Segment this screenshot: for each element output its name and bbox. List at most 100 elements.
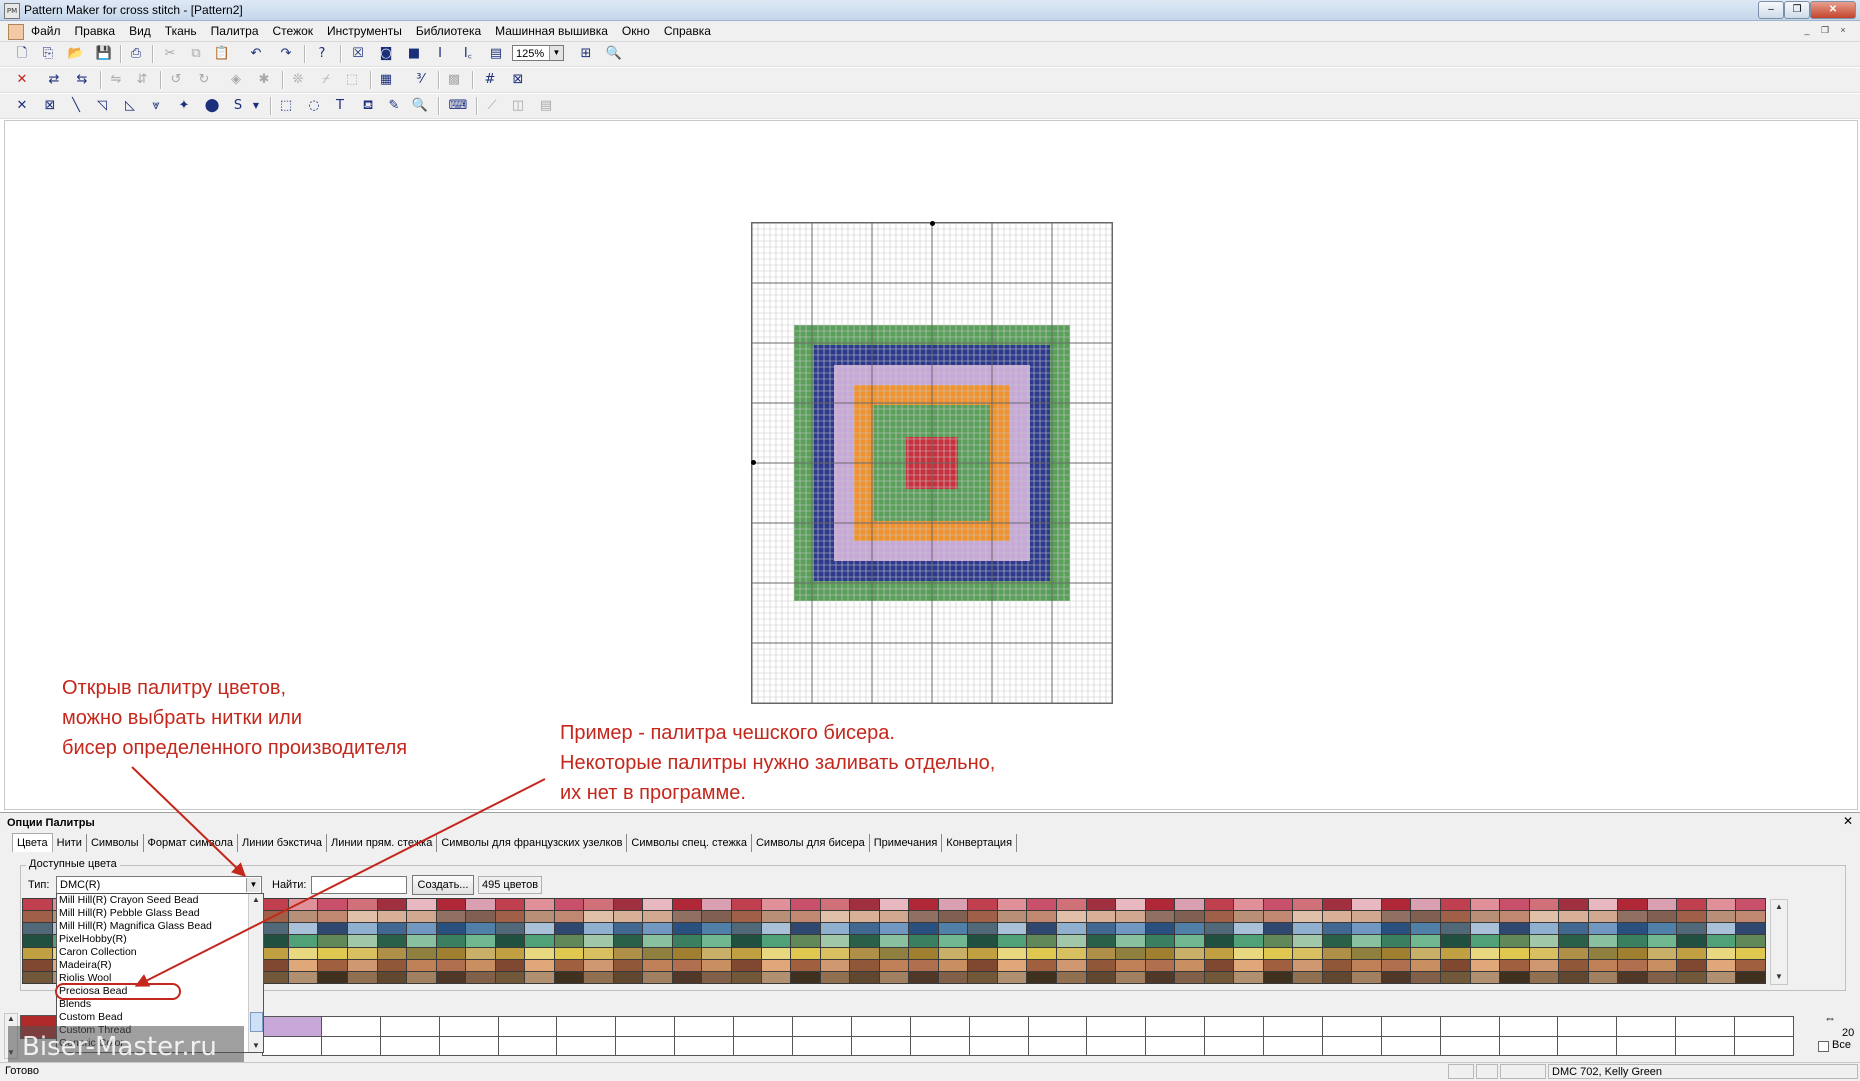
color-swatch[interactable]	[1618, 935, 1647, 947]
color-swatch[interactable]	[525, 959, 554, 971]
color-swatch[interactable]	[1027, 911, 1056, 923]
used-color-cell[interactable]	[1558, 1036, 1617, 1055]
new-file-icon[interactable]: 🗋	[12, 45, 32, 63]
color-swatch[interactable]	[791, 971, 820, 983]
color-swatch[interactable]	[702, 923, 732, 935]
color-swatch[interactable]	[347, 935, 377, 947]
used-color-cell[interactable]	[851, 1017, 910, 1036]
create-button[interactable]: Создать...	[412, 875, 474, 895]
color-swatch[interactable]	[1204, 935, 1234, 947]
close-button[interactable]: ✕	[1810, 1, 1856, 19]
color-swatch[interactable]	[1706, 911, 1736, 923]
color-swatch[interactable]	[1706, 959, 1736, 971]
color-swatch[interactable]	[1056, 923, 1086, 935]
color-swatch[interactable]	[1529, 971, 1559, 983]
used-color-cell[interactable]	[263, 1017, 321, 1036]
color-swatch[interactable]	[525, 923, 554, 935]
color-swatch[interactable]	[702, 947, 732, 959]
used-color-cell[interactable]	[1028, 1017, 1087, 1036]
color-swatch[interactable]	[1381, 935, 1411, 947]
close-icon[interactable]: ✕	[1842, 815, 1854, 827]
color-swatch[interactable]	[643, 911, 672, 923]
color-swatch[interactable]	[732, 899, 761, 911]
color-swatch[interactable]	[613, 947, 643, 959]
color-swatch[interactable]	[1381, 923, 1411, 935]
used-color-cell[interactable]	[1499, 1017, 1558, 1036]
color-swatch[interactable]	[1470, 971, 1500, 983]
color-swatch[interactable]	[584, 911, 613, 923]
palette-tab[interactable]: Цвета	[12, 833, 53, 852]
color-swatch[interactable]	[347, 899, 377, 911]
used-color-cell[interactable]	[1322, 1036, 1381, 1055]
color-swatch[interactable]	[525, 935, 554, 947]
color-swatch[interactable]	[1056, 947, 1086, 959]
color-swatch[interactable]	[850, 923, 879, 935]
reduce-colors-icon[interactable]: ▩	[444, 71, 464, 89]
palette-tab[interactable]: Символы спец. стежка	[627, 834, 752, 852]
text-tool-icon[interactable]: T	[330, 97, 350, 115]
color-swatch[interactable]	[1677, 911, 1706, 923]
split-view-icon[interactable]: ◫	[508, 97, 528, 115]
color-swatch[interactable]	[495, 911, 525, 923]
used-color-cell[interactable]	[1205, 1017, 1264, 1036]
color-swatch[interactable]	[909, 923, 938, 935]
used-color-cell[interactable]	[1146, 1017, 1205, 1036]
color-swatch[interactable]	[347, 923, 377, 935]
dropdown-option[interactable]: Mill Hill(R) Magnifica Glass Bead	[57, 920, 249, 933]
color-swatch[interactable]	[1500, 911, 1529, 923]
menu-item[interactable]: Справка	[657, 21, 718, 41]
color-swatch[interactable]	[318, 971, 347, 983]
color-swatch[interactable]	[436, 911, 466, 923]
color-swatch[interactable]	[1529, 947, 1559, 959]
used-color-cell[interactable]	[1087, 1017, 1146, 1036]
color-swatch[interactable]	[1559, 935, 1588, 947]
color-swatch[interactable]	[466, 923, 495, 935]
color-swatch[interactable]	[495, 971, 525, 983]
color-swatch[interactable]	[554, 971, 584, 983]
color-swatch[interactable]	[1086, 971, 1116, 983]
crop-icon[interactable]: ⬚	[342, 71, 362, 89]
color-swatch[interactable]	[909, 947, 938, 959]
used-color-cell[interactable]	[910, 1036, 969, 1055]
color-swatch[interactable]	[761, 911, 791, 923]
color-swatch[interactable]	[732, 935, 761, 947]
used-color-cell[interactable]	[616, 1017, 675, 1036]
color-swatch[interactable]	[1441, 947, 1470, 959]
scroll-up-icon[interactable]: ▲	[1771, 900, 1787, 914]
used-color-cell[interactable]	[616, 1036, 675, 1055]
menu-item[interactable]: Ткань	[158, 21, 204, 41]
dropdown-option[interactable]: Preciosa Bead	[55, 983, 181, 1000]
color-swatch[interactable]	[997, 923, 1027, 935]
french-knot-icon[interactable]: ✦	[174, 97, 194, 115]
color-swatch[interactable]	[1234, 899, 1263, 911]
palette-tab[interactable]: Символы для бисера	[752, 834, 870, 852]
color-swatch[interactable]	[1027, 971, 1056, 983]
half-stitch-icon[interactable]: ╲	[66, 97, 86, 115]
rotate-left-icon[interactable]: ↺	[166, 71, 186, 89]
palette-tab[interactable]: Формат символа	[144, 834, 238, 852]
text-cursor-icon[interactable]: I	[430, 45, 450, 63]
color-swatch[interactable]	[1322, 947, 1352, 959]
color-swatch[interactable]	[1234, 923, 1263, 935]
used-color-cell[interactable]	[321, 1017, 380, 1036]
used-color-cell[interactable]	[910, 1017, 969, 1036]
color-swatch[interactable]	[1204, 923, 1234, 935]
used-color-cell[interactable]	[792, 1017, 851, 1036]
color-swatch[interactable]	[1086, 911, 1116, 923]
cross-grid-icon[interactable]: ⊠	[508, 71, 528, 89]
used-color-cell[interactable]	[1676, 1017, 1735, 1036]
palette-tab[interactable]: Символы для французских узелков	[437, 834, 628, 852]
color-swatch[interactable]	[1293, 959, 1322, 971]
color-swatch[interactable]	[318, 923, 347, 935]
color-swatch[interactable]	[1470, 947, 1500, 959]
color-swatch[interactable]	[1411, 911, 1441, 923]
color-swatch[interactable]	[288, 923, 318, 935]
color-swatch[interactable]	[1145, 959, 1175, 971]
used-color-cell[interactable]	[675, 1036, 734, 1055]
used-color-cell[interactable]	[1381, 1036, 1440, 1055]
measure-icon[interactable]: ⟋	[482, 97, 502, 115]
color-swatch[interactable]	[407, 899, 436, 911]
used-color-cell[interactable]	[1264, 1036, 1322, 1055]
color-swatch[interactable]	[613, 959, 643, 971]
color-swatch[interactable]	[1470, 899, 1500, 911]
